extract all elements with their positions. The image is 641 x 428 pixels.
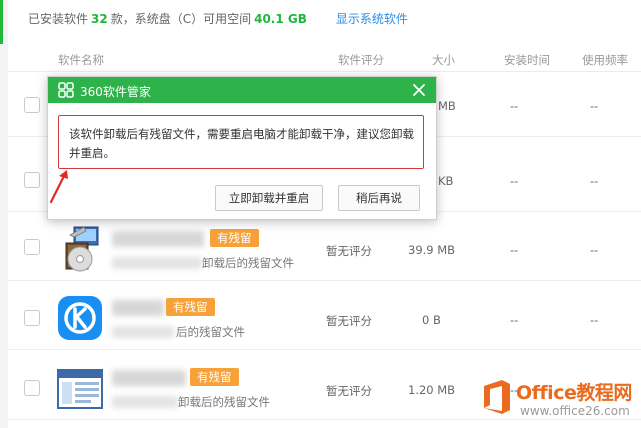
row-checkbox[interactable] [24,172,40,188]
table-row[interactable]: 有残留 卸载后的残留文件 暂无评分 39.9 MB -- -- [8,219,641,281]
row-rating: 暂无评分 [326,314,372,328]
blurred-subtext [112,257,202,269]
summary-mid: 款，系统盘（C）可用空间 [110,12,252,26]
close-icon[interactable] [410,81,428,99]
installed-count: 32 [91,12,108,26]
col-header-size[interactable]: 大小 [432,52,455,68]
watermark-title: Office教程网 [516,382,632,404]
table-row[interactable]: 有残留 后的残留文件 暂无评分 0 B -- -- [8,288,641,350]
residual-subtext: 后的残留文件 [176,325,245,339]
dialog-title: 360软件管家 [80,85,151,99]
install-summary: 已安装软件 32 款，系统盘（C）可用空间 40.1 GB 显示系统软件 [28,10,408,32]
row-rating: 暂无评分 [326,244,372,258]
row-checkbox[interactable] [24,97,40,113]
dialog-title-bar[interactable]: 360软件管家 [48,77,436,103]
row-frequency: -- [590,174,599,188]
row-frequency: -- [590,243,599,257]
row-install-time: -- [510,243,519,257]
row-checkbox[interactable] [24,239,40,255]
row-checkbox[interactable] [24,380,40,396]
col-header-name[interactable]: 软件名称 [58,52,104,68]
col-header-install-time[interactable]: 安装时间 [504,52,550,68]
blurred-subtext [112,396,178,408]
row-install-time: -- [510,174,519,188]
residual-subtext: 卸载后的残留文件 [178,395,270,409]
row-checkbox[interactable] [24,310,40,326]
row-install-time: -- [510,99,519,113]
dialog-message: 该软件卸载后有残留文件，需要重启电脑才能卸载干净，建议您卸载并重启。 [69,127,414,160]
office-logo-icon [484,380,510,414]
table-header: 软件名称 软件评分 大小 安装时间 使用频率 [8,46,641,72]
row-install-time: -- [510,313,519,327]
free-space: 40.1 GB [254,12,307,26]
watermark: Office教程网 www.office26.com [476,372,641,428]
residual-badge: 有残留 [166,298,215,316]
row-size: 1.20 MB [408,383,456,397]
row-size: 39.9 MB [408,243,456,257]
blurred-app-name [112,370,186,386]
message-highlight-box: 该软件卸载后有残留文件，需要重启电脑才能卸载干净，建议您卸载并重启。 [58,115,424,169]
residual-badge: 有残留 [190,368,239,386]
row-size: 0 B [422,313,441,327]
row-frequency: -- [590,313,599,327]
blurred-app-name [112,231,204,247]
row-size: KB [438,174,454,188]
window-app-icon [57,369,103,409]
app-window: 已安装软件 32 款，系统盘（C）可用空间 40.1 GB 显示系统软件 软件名称 软件… [0,0,641,428]
installer-icon [65,226,99,272]
summary-prefix: 已安装软件 [28,12,89,26]
blurred-app-name [112,300,164,316]
row-size: MB [438,99,456,113]
left-accent [0,0,8,428]
show-system-software-link[interactable]: 显示系统软件 [336,12,408,26]
app-logo-icon [58,82,74,98]
accent-bar [0,0,3,44]
annotation-arrow-icon [49,170,68,204]
kugou-icon [58,296,102,340]
uninstall-restart-button[interactable]: 立即卸载并重启 [215,185,323,211]
row-frequency: -- [590,99,599,113]
watermark-url: www.office26.com [520,404,630,418]
blurred-subtext [112,326,174,338]
col-header-frequency[interactable]: 使用频率 [582,52,628,68]
row-rating: 暂无评分 [326,384,372,398]
uninstall-dialog: 360软件管家 该软件卸载后有残留文件，需要重启电脑才能卸载干净，建议您卸载并重… [47,76,437,220]
residual-badge: 有残留 [210,229,259,247]
residual-subtext: 卸载后的残留文件 [202,256,294,270]
col-header-rating[interactable]: 软件评分 [338,52,384,68]
later-button[interactable]: 稍后再说 [338,185,420,211]
